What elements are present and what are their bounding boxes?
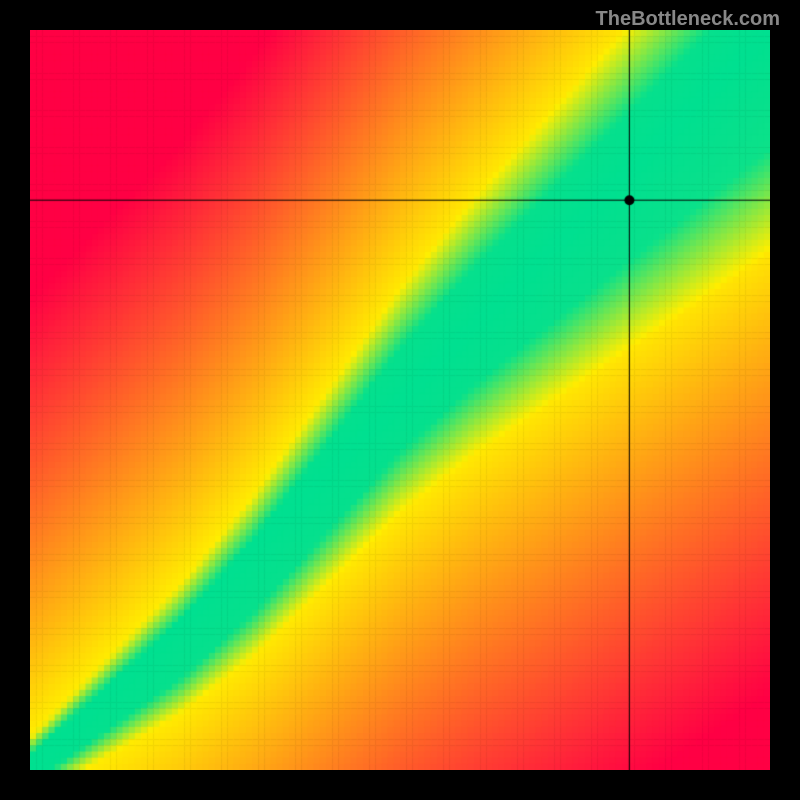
- watermark-text: TheBottleneck.com: [596, 8, 780, 31]
- heatmap-plot: [30, 30, 770, 770]
- heatmap-canvas: [30, 30, 770, 770]
